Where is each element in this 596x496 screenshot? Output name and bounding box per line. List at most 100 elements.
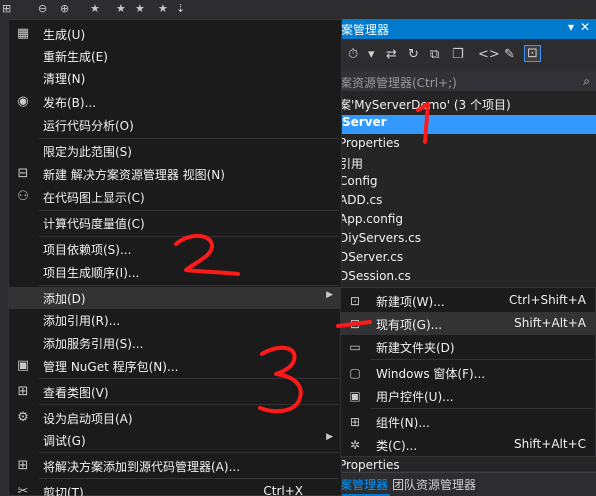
submenu-item-label: 新建项(W)... xyxy=(376,295,445,309)
submenu-item-shortcut: Shift+Alt+A xyxy=(514,316,586,330)
menu-item-label: 剪切(T) xyxy=(43,486,84,496)
refresh-icon[interactable]: ↻ xyxy=(408,47,419,62)
tree-item[interactable]: DSession.cs xyxy=(339,269,411,288)
submenu-item-user-control[interactable]: ▣ 用户控件(U)... xyxy=(341,384,595,407)
menu-item-label: 清理(N) xyxy=(43,72,86,86)
history-icon[interactable]: ⏱ xyxy=(348,47,358,62)
bookmark-icon[interactable]: ★ xyxy=(158,2,168,15)
menu-item-add-reference[interactable]: 添加引用(R)... xyxy=(9,309,341,331)
menu-separator xyxy=(39,210,339,211)
menu-item-clean[interactable]: 清理(N) xyxy=(9,67,341,89)
submenu-item-label: 组件(N)... xyxy=(376,416,430,430)
tree-item[interactable]: 引用 xyxy=(339,155,363,174)
source-control-icon: ⊞ xyxy=(17,458,29,473)
pin-icon[interactable]: ▾ xyxy=(568,20,574,34)
menu-item-label: 新建 解决方案资源管理器 视图(N) xyxy=(43,168,225,182)
menu-item-label: 添加引用(R)... xyxy=(43,314,121,328)
menu-item-label: 发布(B)... xyxy=(43,96,97,110)
wrench-icon[interactable]: ✎ xyxy=(504,47,515,62)
menu-item-view-class-diagram[interactable]: ⊞ 查看类图(V) xyxy=(9,381,341,403)
dropdown-icon[interactable]: ⇣ xyxy=(176,2,185,15)
bookmark-icon[interactable]: ★ xyxy=(90,2,100,15)
tab-solution-explorer[interactable]: 案管理器 xyxy=(338,475,391,496)
navigate-forward-icon[interactable]: ⊕ xyxy=(60,2,69,15)
menu-item-scope-to-this[interactable]: 限定为此范围(S) xyxy=(9,140,341,162)
tree-item[interactable]: 案'MyServerDemo' (3 个项目) xyxy=(339,96,511,115)
submenu-item-label: 现有项(G)... xyxy=(376,318,443,332)
submenu-item-class[interactable]: ✲ 类(C)... Shift+Alt+C xyxy=(341,433,595,456)
menu-item-label: 生成(U) xyxy=(43,28,86,42)
menu-separator xyxy=(39,378,339,379)
menu-item-label: 项目依赖项(S)... xyxy=(43,243,132,257)
solution-explorer-search[interactable]: 案资源管理器(Ctrl+;) ⌕ xyxy=(338,71,596,91)
show-all-files-icon[interactable]: ❐ xyxy=(452,47,464,62)
menu-item-show-on-code-map[interactable]: ⚇ 在代码图上显示(C) xyxy=(9,186,341,208)
solution-explorer-tabs: 案管理器 团队资源管理器 xyxy=(338,472,596,496)
tab-team-explorer[interactable]: 团队资源管理器 xyxy=(390,475,478,494)
submenu-arrow-icon: ▶ xyxy=(326,290,333,300)
search-placeholder: 案资源管理器(Ctrl+;) xyxy=(340,76,457,90)
submenu-item-component[interactable]: ⊞ 组件(N)... xyxy=(341,410,595,433)
class-diagram-icon: ⊞ xyxy=(17,384,29,399)
tree-item[interactable]: Properties xyxy=(339,136,400,155)
tree-item[interactable]: DiyServers.cs xyxy=(339,231,421,250)
menu-item-set-startup[interactable]: ⚙ 设为启动项目(A) xyxy=(9,407,341,429)
bookmark-icon[interactable]: ★ xyxy=(135,2,145,15)
menu-item-shortcut: Ctrl+X xyxy=(263,484,303,496)
dropdown-arrow-icon[interactable]: ▾ xyxy=(368,47,375,62)
submenu-separator xyxy=(371,408,593,409)
tree-item[interactable]: ADD.cs xyxy=(339,193,382,212)
menu-item-label: 查看类图(V) xyxy=(43,386,109,400)
menu-item-new-view[interactable]: ⊟ 新建 解决方案资源管理器 视图(N) xyxy=(9,163,341,185)
new-view-icon: ⊟ xyxy=(17,166,29,181)
menu-item-add[interactable]: 添加(D) ▶ xyxy=(9,287,341,309)
component-icon: ⊞ xyxy=(349,415,361,429)
windows-form-icon: ▢ xyxy=(349,366,361,380)
tree-item[interactable]: DServer.cs xyxy=(339,250,403,269)
solution-explorer-toolbar: ⏱ ▾ ⇄ ↻ ⧉ ❐ <> ✎ ⊡ xyxy=(338,39,596,71)
menu-item-label: 在代码图上显示(C) xyxy=(43,191,145,205)
submenu-item-existing-item[interactable]: ⊡ 现有项(G)... Shift+Alt+A xyxy=(341,312,595,335)
menu-item-cut[interactable]: ✂ 剪切(T) Ctrl+X xyxy=(9,481,341,496)
menu-item-build-order[interactable]: 项目生成顺序(I)... xyxy=(9,261,341,283)
close-icon[interactable]: ✕ xyxy=(580,20,590,34)
menu-separator xyxy=(39,452,339,453)
sync-icon[interactable]: ⇄ xyxy=(386,47,397,62)
menu-separator xyxy=(39,404,339,405)
menu-item-build[interactable]: ▦ 生成(U) xyxy=(9,23,341,45)
search-icon[interactable]: ⌕ xyxy=(583,74,590,89)
tree-item[interactable]: App.config xyxy=(339,212,403,231)
tree-item[interactable]: Config xyxy=(339,174,378,193)
submenu-item-new-item[interactable]: ⊡ 新建项(W)... Ctrl+Shift+A xyxy=(341,289,595,312)
submenu-item-label: 新建文件夹(D) xyxy=(376,341,455,355)
menu-item-add-service-reference[interactable]: 添加服务引用(S)... xyxy=(9,332,341,354)
toolbar-icon[interactable]: ⊞ xyxy=(2,2,11,15)
menu-item-code-metrics[interactable]: 计算代码度量值(C) xyxy=(9,212,341,234)
bookmark-icon[interactable]: ★ xyxy=(116,2,126,15)
existing-item-icon: ⊡ xyxy=(349,317,361,331)
tree-item-selected[interactable]: Server xyxy=(338,115,596,134)
menu-item-publish[interactable]: ◉ 发布(B)... xyxy=(9,91,341,113)
nuget-icon: ▣ xyxy=(16,358,30,373)
menu-item-project-dependencies[interactable]: 项目依赖项(S)... xyxy=(9,238,341,260)
menu-item-run-code-analysis[interactable]: 运行代码分析(O) xyxy=(9,114,341,136)
menu-item-rebuild[interactable]: 重新生成(E) xyxy=(9,45,341,67)
navigate-back-icon[interactable]: ⊖ xyxy=(38,2,47,15)
collapse-all-icon[interactable]: ⧉ xyxy=(430,47,439,62)
view-code-icon[interactable]: <> xyxy=(478,47,500,62)
menu-item-label: 将解决方案添加到源代码管理器(A)... xyxy=(43,460,241,474)
gear-icon: ⚙ xyxy=(17,410,29,425)
submenu-item-windows-form[interactable]: ▢ Windows 窗体(F)... xyxy=(341,361,595,384)
submenu-item-label: 用户控件(U)... xyxy=(376,390,454,404)
submenu-item-new-folder[interactable]: ▭ 新建文件夹(D) xyxy=(341,335,595,358)
submenu-item-label: Windows 窗体(F)... xyxy=(376,367,486,381)
submenu-arrow-icon: ▶ xyxy=(326,432,333,442)
build-icon: ▦ xyxy=(16,26,30,41)
menu-item-add-to-source-control[interactable]: ⊞ 将解决方案添加到源代码管理器(A)... xyxy=(9,455,341,477)
menu-separator xyxy=(39,478,339,479)
preview-icon[interactable]: ⊡ xyxy=(524,45,541,62)
menu-item-debug[interactable]: 调试(G) ▶ xyxy=(9,429,341,451)
class-icon: ✲ xyxy=(349,438,361,452)
menu-item-manage-nuget[interactable]: ▣ 管理 NuGet 程序包(N)... xyxy=(9,355,341,377)
submenu-item-label: 类(C)... xyxy=(376,439,418,453)
